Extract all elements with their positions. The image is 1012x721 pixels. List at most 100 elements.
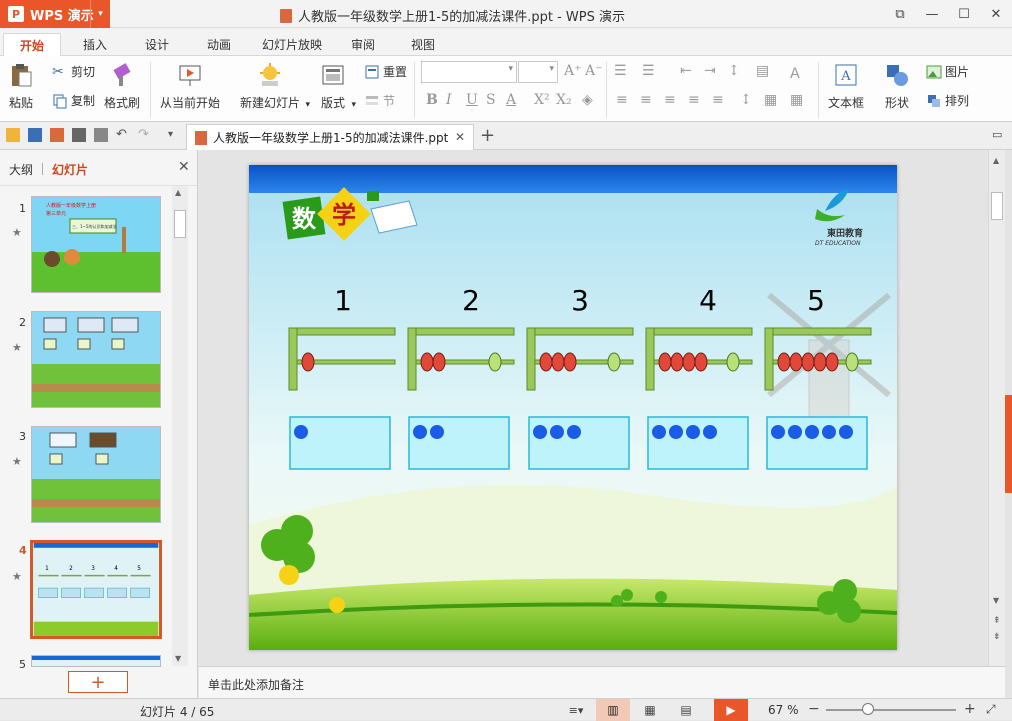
tab-slides[interactable]: 幻灯片 xyxy=(52,161,88,178)
scroll-down-icon[interactable]: ▼ xyxy=(175,654,181,663)
scroll-down-icon[interactable]: ▼ xyxy=(993,596,999,605)
subscript-icon[interactable]: X₂ xyxy=(556,92,572,108)
font-color-icon[interactable]: A xyxy=(506,92,516,108)
task-pane-handle[interactable] xyxy=(1005,395,1012,493)
new-slide-dropdown-icon[interactable]: ▾ xyxy=(305,100,310,110)
font-size-select[interactable] xyxy=(518,61,558,83)
zoom-out-icon[interactable]: − xyxy=(808,701,820,717)
print-icon[interactable] xyxy=(72,128,86,142)
scroll-up-icon[interactable]: ▲ xyxy=(993,156,999,165)
tab-home[interactable]: 开始 xyxy=(3,33,61,56)
italic-icon[interactable]: I xyxy=(446,92,452,108)
zoom-in-icon[interactable]: + xyxy=(964,701,976,717)
slide-thumbnail-4[interactable]: 1 2 3 4 5 xyxy=(30,540,162,639)
next-slide-icon[interactable]: ⇟ xyxy=(993,632,1001,642)
paragraph-spacing-icon[interactable]: ↕ xyxy=(740,92,752,108)
maximize-button[interactable]: ☐ xyxy=(948,0,980,28)
scroll-up-icon[interactable]: ▲ xyxy=(175,188,181,197)
print-preview-icon[interactable] xyxy=(94,128,108,142)
columns-icon[interactable]: ▤ xyxy=(756,63,769,79)
zoom-slider-knob[interactable] xyxy=(862,703,874,715)
app-menu-dropdown-icon[interactable]: ▾ xyxy=(90,0,110,28)
add-slide-button[interactable]: + xyxy=(68,671,128,693)
slide-thumbnail-5[interactable] xyxy=(31,655,161,667)
collapse-ribbon-icon[interactable]: ▭ xyxy=(992,128,1006,142)
normal-view-icon[interactable]: ▥ xyxy=(596,699,630,721)
distribute-icon[interactable]: ≡ xyxy=(712,92,724,108)
customize-qat-icon[interactable]: ▾ xyxy=(168,128,182,142)
layout-button[interactable]: 版式 ▾ xyxy=(320,62,356,111)
underline-icon[interactable]: U xyxy=(466,92,478,108)
tab-insert[interactable]: 插入 xyxy=(70,33,120,56)
tab-animation[interactable]: 动画 xyxy=(194,33,244,56)
align-left-icon[interactable]: ≡ xyxy=(616,92,628,108)
close-document-icon[interactable]: ✕ xyxy=(455,130,465,144)
canvas-scrollbar[interactable]: ▲ ▼ ⇞ ⇟ xyxy=(988,150,1005,666)
superscript-icon[interactable]: X² xyxy=(534,92,550,108)
tab-design[interactable]: 设计 xyxy=(132,33,182,56)
shape-button[interactable]: 形状 xyxy=(884,62,910,111)
text-align-icon[interactable]: ▦ xyxy=(764,92,777,108)
numbering-icon[interactable]: ☰ xyxy=(642,63,655,79)
tab-review[interactable]: 审阅 xyxy=(338,33,388,56)
font-name-select[interactable] xyxy=(421,61,517,83)
panel-scrollbar[interactable]: ▲ ▼ xyxy=(172,186,188,666)
layout-dropdown-icon[interactable]: ▾ xyxy=(351,100,356,110)
save-icon[interactable] xyxy=(28,128,42,142)
fit-window-icon[interactable]: ⤢ xyxy=(986,702,996,717)
justify-icon[interactable]: ≡ xyxy=(688,92,700,108)
app-menu-button[interactable]: P WPS 演示 ▾ xyxy=(0,0,110,28)
tab-outline[interactable]: 大纲 xyxy=(9,161,33,178)
line-spacing-icon[interactable]: ↕ xyxy=(728,63,740,79)
copy-button[interactable]: 复制 xyxy=(52,92,95,109)
redo-icon[interactable]: ↷ xyxy=(138,128,152,142)
slide-thumbnail-1[interactable]: 人教版一年级数学上册 第三单元 三、1~5的认识和加减法 xyxy=(31,196,161,293)
format-painter-button[interactable]: 格式刷 xyxy=(104,62,140,111)
grow-font-icon[interactable]: A⁺ xyxy=(564,63,582,79)
reset-button[interactable]: 重置 xyxy=(364,63,407,80)
slide-sorter-icon[interactable]: ▦ xyxy=(636,699,664,721)
tab-view[interactable]: 视图 xyxy=(398,33,448,56)
panel-scroll-thumb[interactable] xyxy=(174,210,186,238)
slideshow-play-button[interactable]: ▶ xyxy=(714,699,748,721)
textbox-button[interactable]: A 文本框 xyxy=(828,62,864,111)
new-tab-button[interactable]: + xyxy=(480,125,495,146)
export-pdf-icon[interactable] xyxy=(50,128,64,142)
play-from-current-button[interactable]: 从当前开始 xyxy=(160,62,220,111)
open-folder-icon[interactable] xyxy=(6,128,20,142)
reading-view-icon[interactable]: ▤ xyxy=(672,699,700,721)
minimize-button[interactable]: — xyxy=(916,0,948,28)
zoom-slider-track[interactable] xyxy=(826,709,956,711)
text-direction-icon[interactable]: Ａ xyxy=(788,63,802,83)
increase-indent-icon[interactable]: ⇥ xyxy=(704,63,716,79)
bullets-icon[interactable]: ☰ xyxy=(614,63,627,79)
restore-layout-icon[interactable]: ⧉ xyxy=(884,0,916,28)
undo-icon[interactable]: ↶ xyxy=(116,128,130,142)
canvas-scroll-thumb[interactable] xyxy=(991,192,1003,220)
slide-4[interactable]: 数 学 東田教育 DT EDUCATION 1 2 3 4 5 xyxy=(249,165,897,650)
close-button[interactable]: ✕ xyxy=(980,0,1012,28)
notes-toggle-icon[interactable]: ≡▾ xyxy=(562,699,590,721)
align-right-icon[interactable]: ≡ xyxy=(664,92,676,108)
picture-button[interactable]: 图片 xyxy=(926,63,969,80)
decrease-indent-icon[interactable]: ⇤ xyxy=(680,63,692,79)
document-tab[interactable]: 人教版一年级数学上册1-5的加减法课件.ppt ✕ xyxy=(186,124,474,150)
shadow-icon[interactable]: S xyxy=(486,92,496,108)
slide-3-preview xyxy=(32,427,160,522)
paste-button[interactable]: 粘贴 xyxy=(8,62,34,111)
slide-thumbnail-3[interactable] xyxy=(31,426,161,523)
bold-icon[interactable]: B xyxy=(426,92,438,108)
cut-button[interactable]: ✂ 剪切 xyxy=(52,63,95,80)
new-slide-button[interactable]: 新建幻灯片 ▾ xyxy=(240,62,310,111)
clear-format-icon[interactable]: ◈ xyxy=(582,92,593,108)
previous-slide-icon[interactable]: ⇞ xyxy=(993,616,1001,626)
notes-pane[interactable]: 单击此处添加备注 xyxy=(199,666,1005,698)
slide-thumbnail-2[interactable] xyxy=(31,311,161,408)
section-button[interactable]: 节 xyxy=(364,92,395,109)
close-panel-icon[interactable]: ✕ xyxy=(178,159,190,175)
align-center-icon[interactable]: ≡ xyxy=(640,92,652,108)
tab-slideshow[interactable]: 幻灯片放映 xyxy=(254,33,330,56)
shrink-font-icon[interactable]: A⁻ xyxy=(585,63,603,79)
smartart-icon[interactable]: ▦ xyxy=(790,92,803,108)
arrange-button[interactable]: 排列 xyxy=(926,92,969,109)
